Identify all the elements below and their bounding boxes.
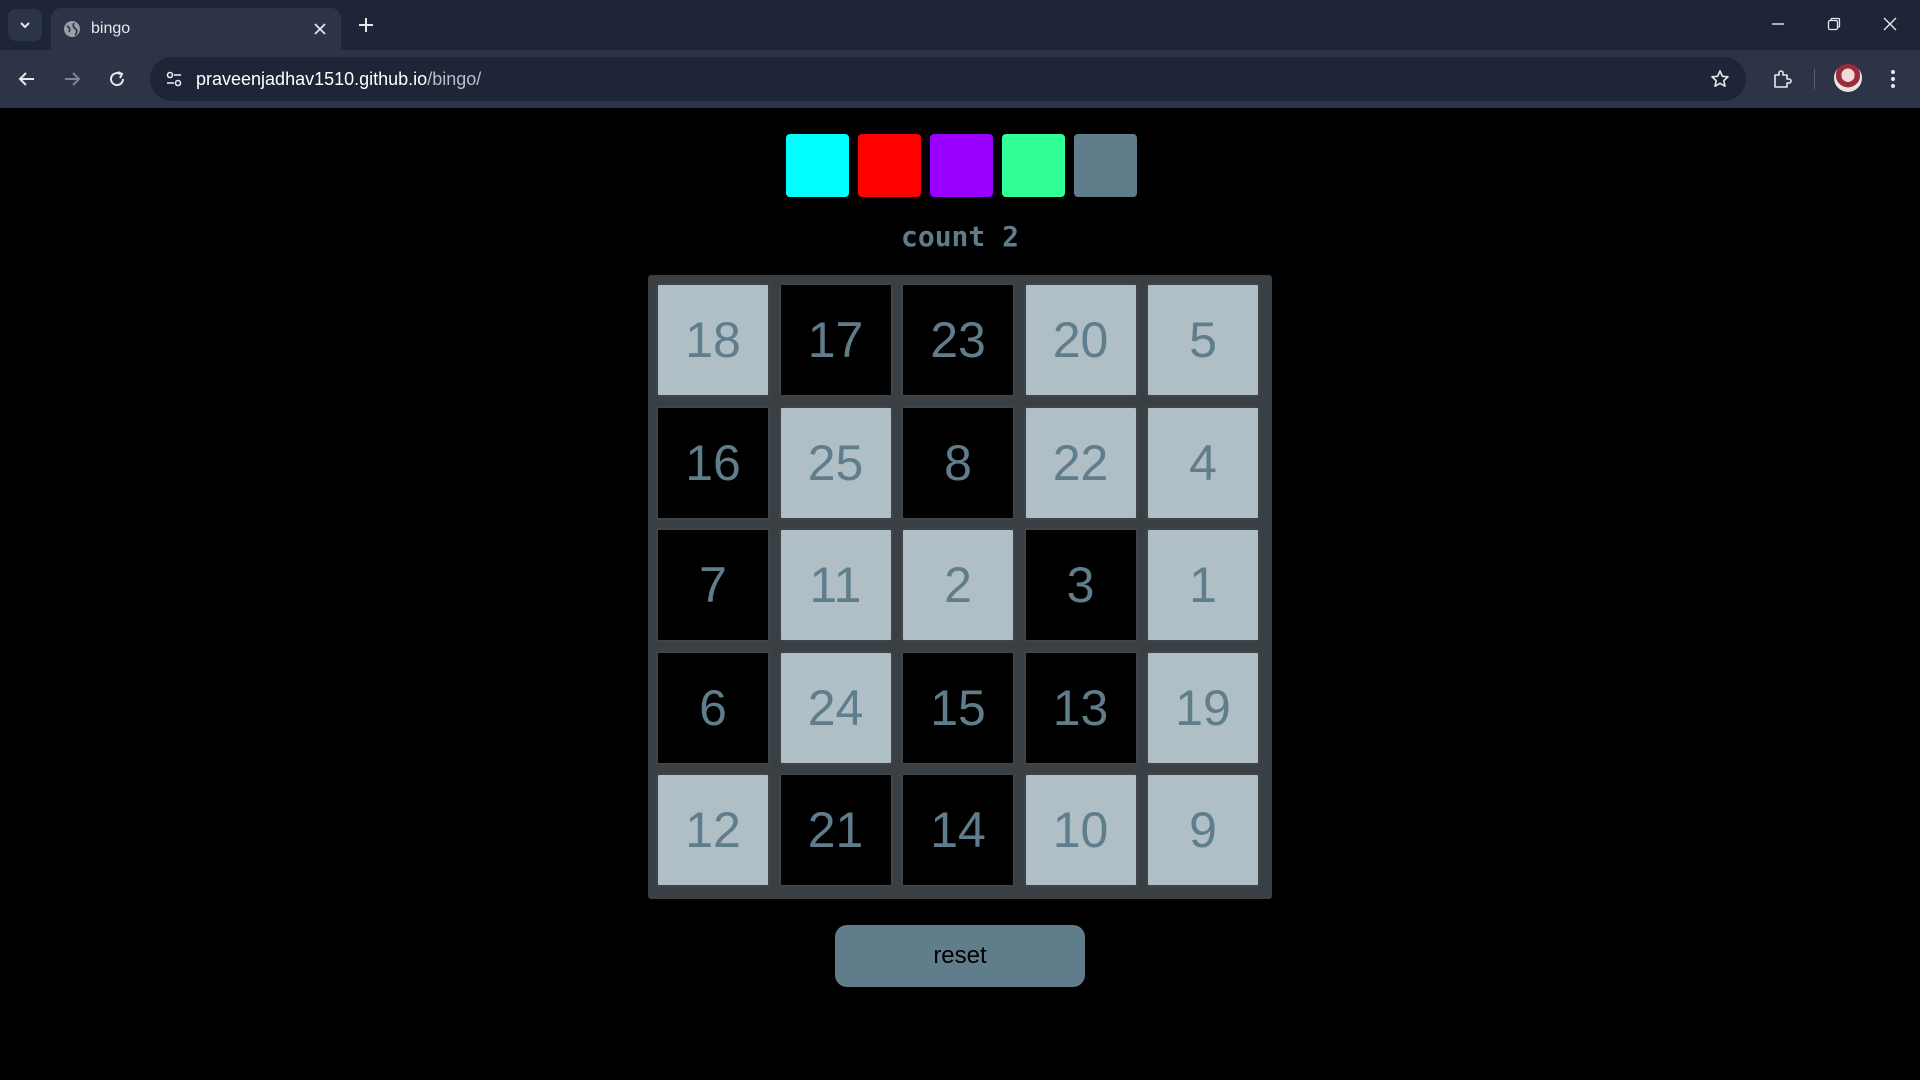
navigation-bar: praveenjadhav1510.github.io/bingo/ [0, 50, 1920, 108]
bingo-cell[interactable]: 15 [901, 650, 1015, 765]
bingo-cell[interactable]: 20 [1023, 283, 1138, 397]
bingo-cell[interactable]: 1 [1146, 528, 1260, 642]
site-info-button[interactable] [158, 63, 190, 95]
arrow-right-icon [65, 72, 81, 86]
bingo-cell[interactable]: 25 [778, 405, 893, 520]
bingo-cell[interactable]: 3 [1023, 528, 1138, 642]
reload-button[interactable] [101, 63, 133, 95]
bingo-cell[interactable]: 23 [901, 283, 1015, 397]
minimize-button[interactable] [1758, 8, 1798, 40]
close-window-button[interactable] [1870, 8, 1910, 40]
bingo-cell[interactable]: 14 [901, 773, 1015, 887]
forward-button[interactable] [56, 63, 88, 95]
address-bar[interactable]: praveenjadhav1510.github.io/bingo/ [150, 57, 1746, 101]
swatch-slate[interactable] [1074, 134, 1137, 197]
bingo-cell[interactable]: 21 [778, 773, 893, 887]
bingo-cell[interactable]: 11 [778, 528, 893, 642]
bingo-cell[interactable]: 6 [656, 650, 770, 765]
back-button[interactable] [11, 63, 43, 95]
swatch-purple[interactable] [930, 134, 993, 197]
bingo-cell[interactable]: 4 [1146, 405, 1260, 520]
browser-tab[interactable]: bingo [51, 8, 341, 50]
plus-icon [359, 18, 373, 32]
swatch-cyan[interactable] [786, 134, 849, 197]
count-label: count 2 [900, 220, 1019, 253]
bingo-page: count 2 18 17 23 20 5 16 25 8 22 4 7 11 2 3 1 6 24 15 13 19… [0, 108, 1920, 1080]
bingo-cell[interactable]: 24 [778, 650, 893, 765]
bingo-cell[interactable]: 7 [656, 528, 770, 642]
star-icon [1711, 70, 1729, 87]
new-tab-button[interactable] [352, 11, 380, 39]
swatch-green[interactable] [1002, 134, 1065, 197]
bingo-cell[interactable]: 2 [901, 528, 1015, 642]
more-vert-icon [1891, 70, 1895, 88]
reload-icon [110, 71, 125, 87]
bingo-cell[interactable]: 19 [1146, 650, 1260, 765]
bingo-cell[interactable]: 17 [778, 283, 893, 397]
puzzle-icon [1774, 70, 1792, 88]
url-path: /bingo/ [427, 69, 482, 89]
minimize-icon [1772, 23, 1784, 25]
bingo-cell[interactable]: 9 [1146, 773, 1260, 887]
bingo-cell[interactable]: 5 [1146, 283, 1260, 397]
tab-title: bingo [91, 20, 131, 37]
restore-icon [1827, 17, 1841, 31]
tab-close-button[interactable] [309, 18, 331, 40]
bingo-cell[interactable]: 18 [656, 283, 770, 397]
toolbar-divider [1814, 69, 1815, 89]
restore-button[interactable] [1814, 8, 1854, 40]
color-swatches [786, 134, 1137, 197]
globe-icon [64, 21, 80, 37]
tab-search-button[interactable] [8, 9, 42, 41]
url-host: praveenjadhav1510.github.io [196, 69, 428, 89]
bingo-cell[interactable]: 12 [656, 773, 770, 887]
bingo-cell[interactable]: 22 [1023, 405, 1138, 520]
close-icon [1883, 17, 1897, 31]
close-icon [314, 23, 326, 35]
bookmark-button[interactable] [1706, 65, 1734, 93]
bingo-cell[interactable]: 8 [901, 405, 1015, 520]
browser-menu-button[interactable] [1878, 63, 1908, 95]
chevron-down-icon [20, 22, 30, 29]
profile-avatar[interactable] [1834, 64, 1862, 92]
extensions-button[interactable] [1766, 63, 1798, 95]
bingo-cell[interactable]: 10 [1023, 773, 1138, 887]
bingo-cell[interactable]: 16 [656, 405, 770, 520]
swatch-red[interactable] [858, 134, 921, 197]
url-text: praveenjadhav1510.github.io/bingo/ [196, 69, 481, 90]
reset-button[interactable]: reset [835, 925, 1085, 987]
arrow-left-icon [18, 72, 34, 86]
bingo-board: 18 17 23 20 5 16 25 8 22 4 7 11 2 3 1 6 24 15 13 19 12 21 14 10… [648, 275, 1272, 899]
bingo-cell[interactable]: 13 [1023, 650, 1138, 765]
tab-strip: bingo [0, 0, 1920, 50]
tune-icon [166, 71, 182, 87]
